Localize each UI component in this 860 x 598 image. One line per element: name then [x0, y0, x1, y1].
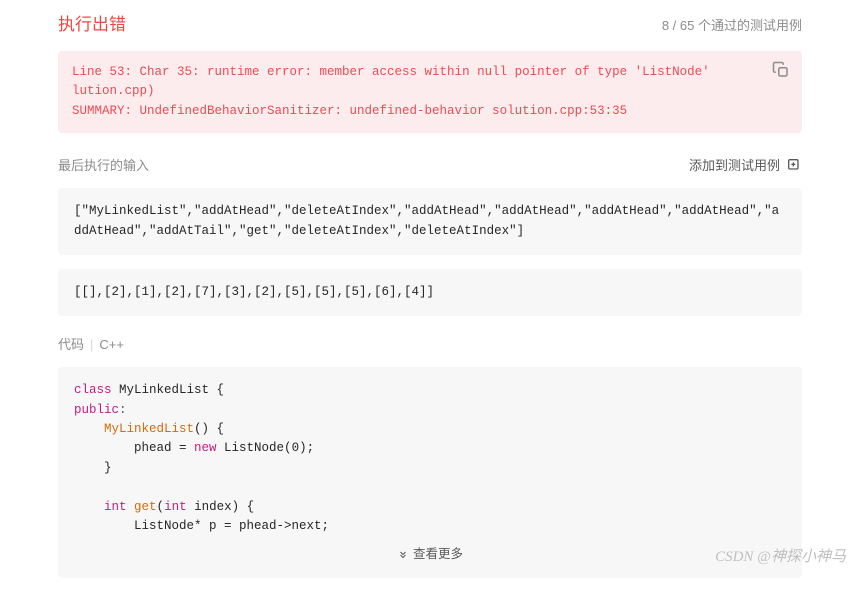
last-input-label: 最后执行的输入 [58, 155, 149, 174]
code-language: C++ [99, 337, 124, 352]
total-count: 65 [680, 18, 694, 33]
add-to-testcase-label: 添加到测试用例 [689, 155, 780, 174]
result-header: 执行出错 8 / 65 个通过的测试用例 [58, 0, 802, 51]
error-panel: Line 53: Char 35: runtime error: member … [58, 51, 802, 133]
error-message: Line 53: Char 35: runtime error: member … [72, 63, 788, 121]
code-content: class MyLinkedList { public: MyLinkedLis… [74, 381, 786, 536]
code-label-text: 代码 [58, 337, 84, 352]
passed-count: 8 [662, 18, 669, 33]
add-testcase-icon [786, 157, 802, 173]
watermark: CSDN @神探小神马 [715, 545, 846, 566]
input-box-commands: ["MyLinkedList","addAtHead","deleteAtInd… [58, 188, 802, 255]
add-to-testcase-button[interactable]: 添加到测试用例 [689, 155, 802, 174]
chevron-down-icon [397, 550, 409, 562]
show-more-label: 查看更多 [413, 546, 463, 565]
passed-suffix: 个通过的测试用例 [694, 18, 802, 33]
show-more-button[interactable]: 查看更多 [74, 536, 786, 577]
testcases-passed: 8 / 65 个通过的测试用例 [662, 15, 802, 34]
input-box-args: [[],[2],[1],[2],[7],[3],[2],[5],[5],[5],… [58, 269, 802, 316]
code-section-label: 代码|C++ [58, 334, 802, 353]
code-panel: class MyLinkedList { public: MyLinkedLis… [58, 367, 802, 577]
copy-icon[interactable] [772, 61, 790, 79]
last-input-header: 最后执行的输入 添加到测试用例 [58, 155, 802, 174]
error-title: 执行出错 [58, 10, 126, 35]
